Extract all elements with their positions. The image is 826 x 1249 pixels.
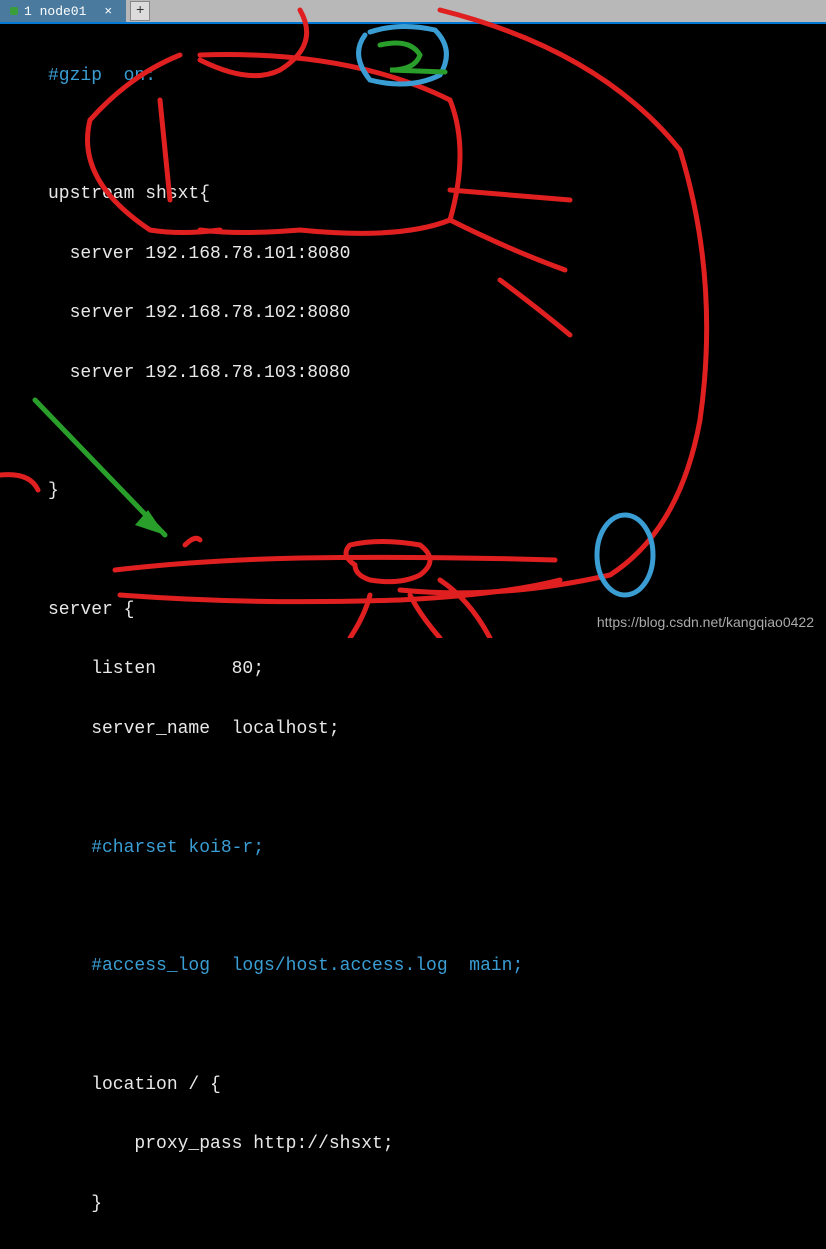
code-line: #charset koi8-r; [0, 834, 826, 864]
code-line: location / { [0, 1071, 826, 1101]
code-line: proxy_pass http://shsxt; [0, 1130, 826, 1160]
tab-bar: 1 node01 × + [0, 0, 826, 24]
code-line [0, 418, 826, 448]
code-line: server_name localhost; [0, 715, 826, 745]
plus-icon: + [136, 3, 144, 19]
tab-label: 1 node01 [24, 4, 86, 19]
code-line [0, 1012, 826, 1042]
code-line: } [0, 477, 826, 507]
terminal-content[interactable]: #gzip on: upstream shsxt{ server 192.168… [0, 24, 826, 1249]
code-line [0, 893, 826, 923]
code-line: #gzip on: [0, 62, 826, 92]
tab-indicator-icon [10, 7, 18, 15]
code-line [0, 121, 826, 151]
tab-active[interactable]: 1 node01 × [0, 0, 126, 22]
code-line: listen 80; [0, 655, 826, 685]
code-line: server 192.168.78.103:8080 [0, 359, 826, 389]
code-line: #access_log logs/host.access.log main; [0, 952, 826, 982]
code-line: upstream shsxt{ [0, 180, 826, 210]
code-line: } [0, 1190, 826, 1220]
code-line [0, 537, 826, 567]
add-tab-button[interactable]: + [130, 1, 150, 21]
code-line: server 192.168.78.101:8080 [0, 240, 826, 270]
code-line [0, 774, 826, 804]
code-line: server 192.168.78.102:8080 [0, 299, 826, 329]
close-icon[interactable]: × [100, 4, 116, 19]
watermark: https://blog.csdn.net/kangqiao0422 [597, 614, 814, 630]
